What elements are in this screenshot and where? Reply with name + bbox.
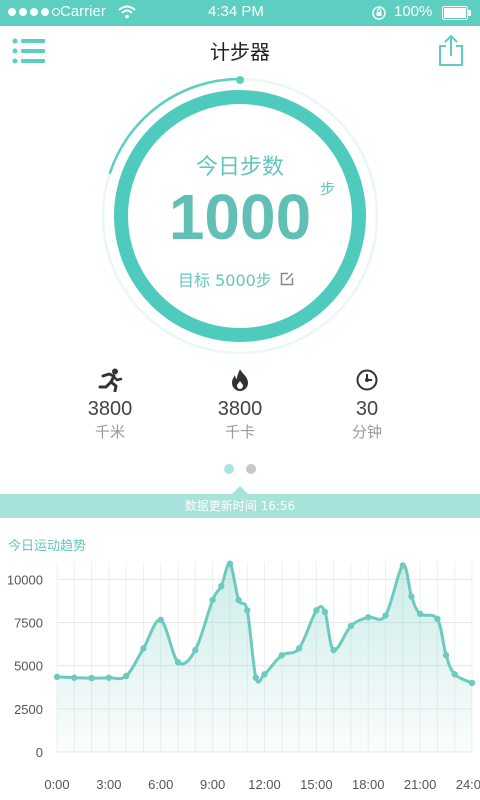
x-tick-label: 9:00 xyxy=(200,777,225,792)
data-point xyxy=(416,610,424,618)
data-point xyxy=(382,612,389,619)
y-tick-label: 10000 xyxy=(7,572,43,587)
x-tick-label: 15:00 xyxy=(300,777,333,792)
stats-row: 3800 千米 3800 千卡 30 分钟 xyxy=(0,368,480,448)
data-point xyxy=(88,674,95,682)
data-point xyxy=(313,607,320,614)
stat-calories-unit: 千卡 xyxy=(224,423,255,441)
page-indicator[interactable] xyxy=(224,464,256,474)
share-icon[interactable] xyxy=(438,34,464,66)
x-tick-label: 24:00 xyxy=(456,777,480,792)
data-point xyxy=(261,671,268,678)
running-icon xyxy=(98,368,123,392)
data-point xyxy=(451,671,458,678)
clock-icon xyxy=(356,369,378,391)
data-point xyxy=(468,679,476,687)
y-tick-label: 5000 xyxy=(14,659,43,674)
clock-time: 4:34 PM xyxy=(208,3,264,20)
update-bar-notch xyxy=(232,486,248,494)
activity-trend-chart: 0 2500 5000 7500 10000 0:00 3:00 6:00 9:00 12:00 1… xyxy=(7,560,480,792)
data-point xyxy=(157,616,164,624)
data-point xyxy=(442,652,450,659)
data-point xyxy=(399,562,407,569)
battery-icon xyxy=(442,6,471,20)
flame-icon xyxy=(232,369,248,391)
data-point xyxy=(235,596,242,604)
x-tick-label: 12:00 xyxy=(248,777,281,792)
stat-distance-value: 3800 xyxy=(87,398,133,420)
update-time-bar: 数据更新时间 16:56 xyxy=(0,486,480,518)
stat-distance-unit: 千米 xyxy=(94,423,125,441)
stat-distance: 3800 千米 xyxy=(50,368,170,442)
data-point xyxy=(295,645,303,652)
goal-label: 目标 5000步 xyxy=(178,271,272,290)
stat-calories: 3800 千卡 xyxy=(180,368,300,442)
rotation-lock-icon xyxy=(372,6,386,20)
data-point xyxy=(140,645,147,652)
data-point xyxy=(53,673,61,681)
data-point xyxy=(434,615,441,623)
data-point xyxy=(365,614,372,621)
x-tick-label: 6:00 xyxy=(148,777,173,792)
edit-icon[interactable] xyxy=(280,272,294,286)
x-tick-label: 21:00 xyxy=(404,777,437,792)
signal-strength-icon xyxy=(8,8,60,16)
data-point xyxy=(347,622,355,630)
update-time-text: 数据更新时间 16:56 xyxy=(184,499,296,513)
data-point xyxy=(252,674,260,681)
page-dot[interactable] xyxy=(246,464,256,474)
data-point xyxy=(244,607,251,614)
y-tick-label: 0 xyxy=(36,745,43,760)
data-point xyxy=(218,582,225,590)
nav-bar: 计步器 xyxy=(0,26,480,76)
data-point xyxy=(122,672,130,680)
steps-unit: 步 xyxy=(320,180,336,198)
page-title: 计步器 xyxy=(210,40,270,64)
x-tick-label: 0:00 xyxy=(44,777,69,792)
data-point xyxy=(105,674,113,681)
carrier-label: Carrier xyxy=(60,3,106,20)
y-tick-label: 7500 xyxy=(14,615,43,630)
data-point xyxy=(408,593,415,600)
stat-calories-value: 3800 xyxy=(217,398,263,420)
data-point xyxy=(321,608,329,616)
data-point xyxy=(192,646,199,654)
battery-percent: 100% xyxy=(394,3,433,20)
wifi-icon xyxy=(118,5,136,19)
data-point xyxy=(174,658,182,666)
data-point xyxy=(209,596,216,604)
y-tick-label: 2500 xyxy=(14,702,43,717)
steps-count: 1000 xyxy=(168,181,312,253)
goal-row[interactable]: 目标 5000步 xyxy=(178,267,294,291)
stat-duration: 30 分钟 xyxy=(307,368,427,442)
trend-title: 今日运动趋势 xyxy=(8,539,87,554)
stat-duration-unit: 分钟 xyxy=(351,423,382,441)
today-steps-label: 今日步数 xyxy=(195,155,284,180)
stat-duration-value: 30 xyxy=(355,398,379,420)
ring-progress-knob xyxy=(236,76,244,84)
x-tick-label: 3:00 xyxy=(96,777,121,792)
data-point xyxy=(278,652,285,659)
x-tick-label: 18:00 xyxy=(352,777,385,792)
data-point xyxy=(226,560,234,567)
data-point xyxy=(330,646,337,654)
page-dot-active[interactable] xyxy=(224,464,234,474)
status-bar: Carrier 4:34 PM 100% xyxy=(0,0,480,26)
data-point xyxy=(71,674,78,681)
